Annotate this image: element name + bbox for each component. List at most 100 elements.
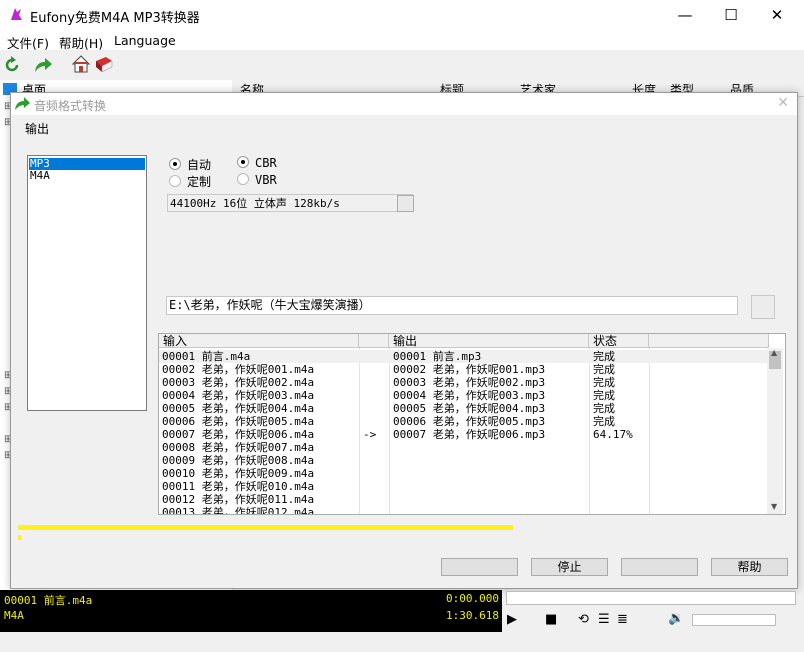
cell-output: 00001 前言.mp3 [393,350,482,363]
volume-icon[interactable]: 🔉 [668,612,684,625]
table-row[interactable]: 00003 老弟，作妖呢002.m4a 00003 老弟，作妖呢002.mp3 完成 [159,376,769,389]
cell-input: 00007 老弟，作妖呢006.m4a [162,428,315,441]
table-row[interactable]: 00013 老弟，作妖呢012.m4a [159,506,769,515]
cell-input: 00006 老弟，作妖呢005.m4a [162,415,315,428]
scroll-down-icon[interactable]: ▼ [771,502,777,511]
table-row[interactable]: 00006 老弟，作妖呢005.m4a 00006 老弟，作妖呢005.mp3 完成 [159,415,769,428]
table-row[interactable]: 00011 老弟，作妖呢010.m4a [159,480,769,493]
output-path-field[interactable]: E:\老弟，作妖呢（牛大宝爆笑演播） [166,296,738,315]
cell-status: 完成 [593,363,615,376]
dialog-button-blank-2[interactable] [621,558,698,576]
table-row[interactable]: 00008 老弟，作妖呢007.m4a [159,441,769,454]
seek-slider[interactable] [506,591,796,605]
cell-input: 00010 老弟，作妖呢009.m4a [162,467,315,480]
radio-auto[interactable]: 自动 [169,156,211,173]
radio-unchecked-icon [237,173,249,185]
cell-status: 完成 [593,350,615,363]
cell-input: 00004 老弟，作妖呢003.m4a [162,389,315,402]
play-icon[interactable]: ▶ [507,613,517,626]
refresh-icon[interactable] [3,56,21,74]
table-scrollbar[interactable] [767,348,783,514]
player-format: M4A [4,609,24,622]
cell-output: 00005 老弟，作妖呢004.mp3 [393,402,546,415]
stop-icon[interactable]: ■ [545,613,557,626]
table-row[interactable]: 00010 老弟，作妖呢009.m4a [159,467,769,480]
menu-language[interactable]: Language [114,33,176,48]
output-label: 输出 [25,122,50,136]
cell-input: 00001 前言.m4a [162,350,251,363]
stop-button[interactable]: 停止 [531,558,608,576]
quality-dropdown-button[interactable] [397,195,414,212]
table-row[interactable]: 00012 老弟，作妖呢011.m4a [159,493,769,506]
radio-vbr[interactable]: VBR [237,173,277,187]
minimize-button[interactable]: — [662,0,708,30]
dialog-button-blank-1[interactable] [441,558,518,576]
quality-select[interactable]: 44100Hz 16位 立体声 128kb/s [167,194,413,212]
radio-unchecked-icon [169,175,181,187]
col-blank [649,334,769,348]
table-row[interactable]: 00004 老弟，作妖呢003.m4a 00004 老弟，作妖呢003.mp3 完成 [159,389,769,402]
cell-status: 完成 [593,402,615,415]
cell-output: 00004 老弟，作妖呢003.mp3 [393,389,546,402]
cell-status: 完成 [593,376,615,389]
repeat-icon[interactable]: ⟲ [578,613,589,626]
radio-checked-icon [169,158,181,170]
table-row[interactable]: 00002 老弟，作妖呢001.m4a 00002 老弟，作妖呢001.mp3 完成 [159,363,769,376]
cell-input: 00005 老弟，作妖呢004.m4a [162,402,315,415]
cell-status: 64.17% [593,428,633,441]
file-progress-bar [18,535,21,540]
cell-output: 00003 老弟，作妖呢002.mp3 [393,376,546,389]
col-input[interactable]: 输入 [159,334,359,348]
table-row[interactable]: 00001 前言.m4a 00001 前言.mp3 完成 [159,350,769,363]
book-icon[interactable] [94,55,114,73]
forward-icon[interactable] [33,56,53,74]
cell-input: 00011 老弟，作妖呢010.m4a [162,480,315,493]
browse-button[interactable] [751,295,775,319]
dialog-title: 音频格式转换 [34,99,107,113]
format-item-m4a[interactable]: M4A [29,170,145,182]
conversion-dialog: 音频格式转换 ✕ 输出 MP3 M4A 自动 CBR 定制 VBR 44100H… [10,92,798,589]
player-duration: 1:30.618 [446,609,499,622]
player-display: 00001 前言.m4a M4A 0:00.000 1:30.618 [0,590,502,632]
col-output[interactable]: 输出 [389,334,589,348]
scroll-up-icon[interactable]: ▲ [771,348,777,357]
volume-slider[interactable] [692,614,776,626]
table-row[interactable]: 00009 老弟，作妖呢008.m4a [159,454,769,467]
cell-output: 00006 老弟，作妖呢005.mp3 [393,415,546,428]
cell-output: 00007 老弟，作妖呢006.mp3 [393,428,546,441]
task-table[interactable]: 输入 输出 状态 00001 前言.m4a 00001 前言.mp3 完成 00002… [158,333,786,515]
overall-progress-bar [18,525,513,530]
playlist-icon[interactable]: ☰ [598,613,610,626]
radio-custom[interactable]: 定制 [169,173,211,190]
title-bar: Eufony免费M4A MP3转换器 — ☐ ✕ [0,0,804,30]
radio-cbr[interactable]: CBR [237,156,277,170]
cell-input: 00013 老弟，作妖呢012.m4a [162,506,315,515]
cell-output: 00002 老弟，作妖呢001.mp3 [393,363,546,376]
table-row[interactable]: 00007 老弟，作妖呢006.m4a -> 00007 老弟，作妖呢006.mp3… [159,428,769,441]
forward-icon [15,97,30,110]
cell-status: 完成 [593,389,615,402]
list-icon[interactable]: ≣ [617,613,628,626]
radio-checked-icon [237,156,249,168]
dialog-close-icon[interactable]: ✕ [777,95,789,111]
cell-status: 完成 [593,415,615,428]
help-button[interactable]: 帮助 [711,558,788,576]
dialog-title-bar: 音频格式转换 ✕ [11,93,797,115]
cell-input: 00008 老弟，作妖呢007.m4a [162,441,315,454]
app-logo-icon [11,8,22,20]
home-icon[interactable] [72,55,90,73]
player-track: 00001 前言.m4a [4,594,93,607]
cell-arrow: -> [363,428,377,441]
cell-input: 00012 老弟，作妖呢011.m4a [162,493,315,506]
maximize-button[interactable]: ☐ [708,0,754,30]
col-arrow [359,334,389,348]
menu-bar: 文件(F) 帮助(H) Language [0,30,804,51]
player-position: 0:00.000 [446,592,499,605]
cell-input: 00009 老弟，作妖呢008.m4a [162,454,315,467]
cell-input: 00002 老弟，作妖呢001.m4a [162,363,315,376]
format-list[interactable]: MP3 M4A [27,155,147,411]
col-status[interactable]: 状态 [589,334,649,348]
close-button[interactable]: ✕ [754,0,800,30]
toolbar [0,50,804,80]
table-row[interactable]: 00005 老弟，作妖呢004.m4a 00005 老弟，作妖呢004.mp3 完成 [159,402,769,415]
